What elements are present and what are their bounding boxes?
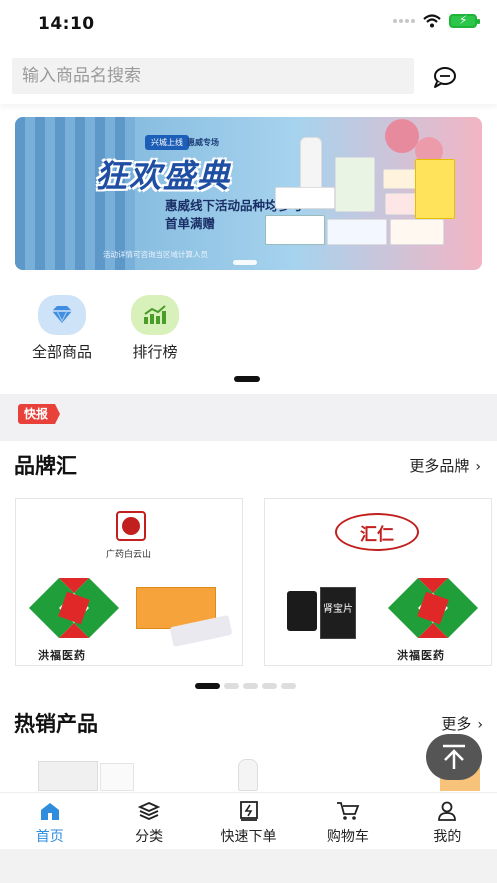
- status-bar: 14:10 ⚡: [0, 0, 497, 46]
- brand-card[interactable]: 广药白云山 洪福医药: [15, 498, 243, 666]
- cart-icon: [336, 802, 360, 820]
- signal-icon: [393, 19, 415, 23]
- medicine-bottle-image: [287, 591, 317, 631]
- quick-order-icon: [239, 801, 258, 821]
- more-brands-link[interactable]: 更多品牌 ›: [409, 455, 481, 476]
- user-icon: [438, 801, 457, 821]
- product-image[interactable]: [238, 759, 258, 791]
- back-to-top-button[interactable]: [426, 734, 482, 780]
- tab-bar: 首页 分类 快速下单 购物车 我的: [0, 792, 497, 849]
- product-box-image: 肾宝片: [320, 587, 356, 639]
- huiren-logo: 汇仁: [335, 513, 419, 551]
- status-time: 14:10: [38, 14, 95, 34]
- category-all-products[interactable]: 全部商品: [22, 295, 102, 362]
- arrow-up-icon: [443, 744, 465, 769]
- layers-icon: [138, 802, 161, 820]
- tab-category[interactable]: 分类: [99, 793, 198, 849]
- hot-products-strip: [0, 745, 497, 791]
- banner-tag: 兴城上线: [145, 135, 189, 150]
- category-ranking[interactable]: 排行榜: [115, 295, 195, 362]
- tab-label: 我的: [433, 829, 462, 845]
- search-box[interactable]: [12, 58, 414, 94]
- tab-label: 购物车: [326, 829, 369, 845]
- hot-products-title: 热销产品: [14, 712, 98, 736]
- trend-chart-icon: [131, 295, 179, 335]
- status-icons: ⚡: [393, 13, 480, 28]
- category-label: 全部商品: [31, 343, 92, 361]
- product-image[interactable]: [38, 761, 98, 791]
- brand-card[interactable]: 汇仁 肾宝片 洪福医药: [264, 498, 492, 666]
- category-label: 排行榜: [132, 343, 178, 361]
- wifi-icon: [423, 14, 441, 28]
- banner-title: 狂欢盛典: [95, 157, 232, 195]
- banner-products-image: [265, 137, 465, 247]
- chevron-right-icon: ›: [475, 459, 481, 475]
- more-brands-label: 更多品牌: [409, 457, 470, 475]
- category-page-indicator: [234, 376, 260, 382]
- home-icon: [40, 803, 59, 820]
- baiyunshan-logo: [116, 511, 146, 541]
- search-bar: [0, 46, 497, 104]
- product-image[interactable]: [100, 763, 134, 791]
- banner-page-indicator: [233, 260, 257, 265]
- chevron-right-icon: ›: [477, 717, 483, 733]
- partner-name: 洪福医药: [397, 649, 445, 662]
- brand-logo-text: 汇仁: [360, 524, 394, 545]
- banner-tag-secondary: 惠威专场: [187, 138, 219, 147]
- product-name: 肾宝片: [323, 604, 353, 615]
- promo-banner[interactable]: 兴城上线 惠威专场 狂欢盛典 惠威线下活动品种均参与首单满赠 活动详情可咨询当区…: [15, 117, 482, 270]
- news-badge: 快报: [18, 404, 61, 424]
- brand-carousel-dots: [195, 683, 296, 689]
- more-hot-label: 更多: [441, 715, 472, 733]
- tab-label: 首页: [35, 829, 64, 845]
- diamond-icon: [38, 295, 86, 335]
- banner-note: 活动详情可咨询当区域计算人员: [103, 250, 208, 259]
- brand-logo-text: 广药白云山: [106, 550, 152, 560]
- news-strip[interactable]: 快报: [0, 394, 497, 441]
- brands-section-title: 品牌汇: [14, 454, 77, 478]
- tab-mine[interactable]: 我的: [398, 793, 497, 849]
- tab-label: 快速下单: [220, 829, 277, 845]
- tab-label: 分类: [135, 829, 164, 845]
- hongfu-logo: [388, 578, 478, 638]
- tab-home[interactable]: 首页: [0, 793, 99, 849]
- more-hot-link[interactable]: 更多 ›: [441, 713, 483, 734]
- tab-quick-order[interactable]: 快速下单: [199, 793, 298, 849]
- message-icon[interactable]: [432, 66, 458, 88]
- home-indicator-area: [0, 849, 497, 883]
- hongfu-logo: [29, 578, 119, 638]
- tab-cart[interactable]: 购物车: [298, 793, 397, 849]
- battery-icon: ⚡: [449, 13, 480, 28]
- search-input[interactable]: [12, 58, 414, 94]
- partner-name: 洪福医药: [38, 649, 86, 662]
